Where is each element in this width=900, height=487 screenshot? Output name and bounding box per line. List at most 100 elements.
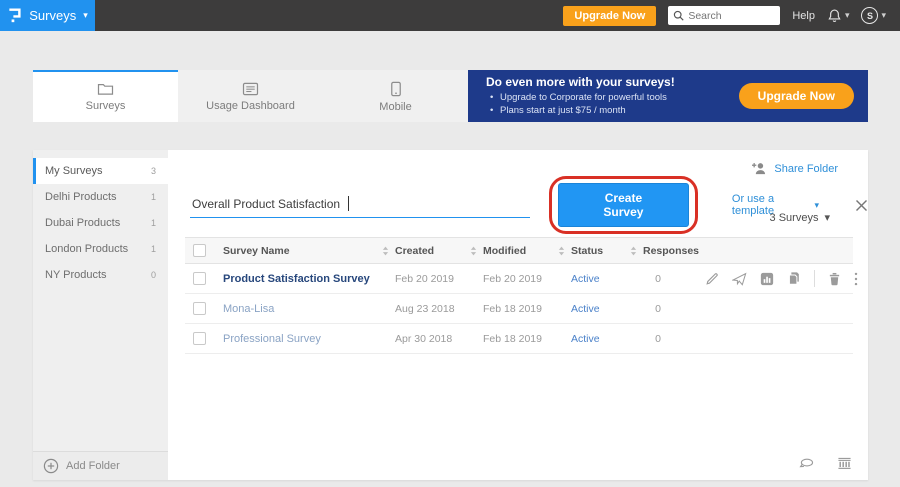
reports-icon[interactable] (760, 272, 774, 286)
delete-icon[interactable] (828, 272, 841, 286)
search-icon (673, 10, 684, 21)
survey-name-link[interactable]: Professional Survey (223, 333, 395, 345)
account-menu[interactable]: S ▾ (861, 7, 886, 24)
pane-footer-icons (798, 456, 852, 470)
folder-icon (97, 82, 114, 96)
sidebar-item-delhi-products[interactable]: Delhi Products 1 (33, 184, 168, 210)
sort-icon[interactable] (630, 246, 637, 256)
column-header[interactable]: Status (571, 245, 603, 257)
tab-surveys[interactable]: Surveys (33, 70, 178, 122)
folder-label: NY Products (45, 269, 107, 281)
search-box[interactable] (668, 6, 780, 25)
promo-title: Do even more with your surveys! (486, 75, 739, 89)
text-cursor (348, 196, 349, 211)
sort-icon[interactable] (382, 246, 389, 256)
survey-name-link[interactable]: Mona-Lisa (223, 303, 395, 315)
created-cell: Aug 23 2018 (395, 303, 483, 315)
share-folder-label: Share Folder (774, 163, 838, 175)
archive-bank-icon[interactable] (837, 456, 852, 470)
created-cell: Feb 20 2019 (395, 273, 483, 285)
row-actions (705, 270, 860, 287)
divider (814, 270, 815, 287)
tab-usage-dashboard[interactable]: Usage Dashboard (178, 70, 323, 122)
survey-name-link[interactable]: Product Satisfaction Survey (223, 273, 395, 285)
folders-sidebar: My Surveys 3 Delhi Products 1 Dubai Prod… (33, 150, 168, 480)
modified-cell: Feb 20 2019 (483, 273, 571, 285)
column-header[interactable]: Created (395, 245, 434, 257)
create-survey-button[interactable]: Create Survey (558, 183, 689, 227)
brand-product-label: Surveys (29, 8, 76, 23)
sidebar-item-ny-products[interactable]: NY Products 0 (33, 262, 168, 288)
status-cell[interactable]: Active (571, 273, 643, 285)
folder-count: 1 (151, 192, 156, 202)
survey-name-input[interactable] (190, 192, 530, 218)
plus-circle-icon (43, 458, 59, 474)
brand-logo-icon (7, 7, 22, 24)
row-checkbox[interactable] (193, 302, 206, 315)
avatar: S (861, 7, 878, 24)
close-create-button[interactable] (855, 199, 868, 212)
smartphone-icon (390, 81, 402, 97)
promo-bullet: Upgrade to Corporate for powerful tools (486, 91, 739, 104)
tab-label: Surveys (86, 100, 126, 112)
edit-icon[interactable] (705, 272, 719, 286)
chevron-down-icon: ▾ (824, 213, 830, 224)
send-icon[interactable] (732, 272, 747, 286)
chevron-down-icon: ▾ (881, 11, 886, 20)
surveys-count-dropdown[interactable]: 3 Surveys ▾ (770, 212, 830, 224)
sidebar-item-my-surveys[interactable]: My Surveys 3 (33, 158, 168, 184)
column-header[interactable]: Responses (643, 245, 699, 257)
folder-label: My Surveys (45, 165, 102, 177)
responses-cell: 0 (643, 303, 673, 315)
folder-label: Delhi Products (45, 191, 117, 203)
add-folder-button[interactable]: Add Folder (33, 451, 168, 480)
folder-count: 3 (151, 166, 156, 176)
select-all-checkbox[interactable] (193, 244, 206, 257)
restore-icon[interactable] (798, 457, 815, 470)
promo-text: Do even more with your surveys! Upgrade … (486, 75, 739, 117)
row-checkbox[interactable] (193, 272, 206, 285)
sort-icon[interactable] (558, 246, 565, 256)
create-survey-row: Create Survey Or use a template ▾ (190, 183, 868, 227)
sort-icon[interactable] (470, 246, 477, 256)
folder-count: 1 (151, 244, 156, 254)
status-cell[interactable]: Active (571, 303, 643, 315)
help-link[interactable]: Help (792, 10, 815, 22)
chevron-down-icon: ▾ (814, 201, 819, 210)
promo-bullet: Plans start at just $75 / month (486, 104, 739, 117)
sidebar-item-dubai-products[interactable]: Dubai Products 1 (33, 210, 168, 236)
column-header[interactable]: Survey Name (223, 245, 290, 257)
content-card: My Surveys 3 Delhi Products 1 Dubai Prod… (33, 150, 868, 480)
search-input[interactable] (688, 10, 768, 22)
share-folder-icon (751, 161, 768, 176)
folder-count: 1 (151, 218, 156, 228)
column-header[interactable]: Modified (483, 245, 526, 257)
tab-mobile[interactable]: Mobile (323, 70, 468, 122)
chevron-down-icon: ▾ (845, 11, 850, 20)
row-checkbox[interactable] (193, 332, 206, 345)
banner-upgrade-button[interactable]: Upgrade Now (739, 83, 854, 109)
survey-name-input-wrap (190, 192, 530, 218)
share-folder-button[interactable]: Share Folder (751, 161, 838, 176)
table-header: Survey Name Created Modified Status (185, 237, 853, 264)
notifications-menu[interactable]: ▾ (827, 8, 850, 24)
tab-label: Usage Dashboard (206, 100, 295, 112)
brand-menu[interactable]: Surveys ▾ (0, 0, 95, 31)
upgrade-now-button[interactable]: Upgrade Now (563, 6, 656, 26)
created-cell: Apr 30 2018 (395, 333, 483, 345)
surveys-table: Survey Name Created Modified Status (185, 237, 853, 354)
more-options-icon[interactable] (854, 272, 858, 286)
copy-icon[interactable] (787, 271, 801, 286)
folder-count: 0 (151, 270, 156, 280)
tab-label: Mobile (379, 101, 411, 113)
sidebar-item-london-products[interactable]: London Products 1 (33, 236, 168, 262)
app-window: Surveys ▾ Upgrade Now Help ▾ S ▾ Surveys (0, 0, 900, 487)
create-survey-button-wrap: Create Survey (558, 183, 689, 227)
topbar-right: Upgrade Now Help ▾ S ▾ (563, 6, 900, 26)
close-icon (855, 199, 868, 212)
table-row: Professional Survey Apr 30 2018 Feb 18 2… (185, 324, 853, 354)
folder-label: London Products (45, 243, 128, 255)
notifications-icon (827, 8, 842, 24)
status-cell[interactable]: Active (571, 333, 643, 345)
top-bar: Surveys ▾ Upgrade Now Help ▾ S ▾ (0, 0, 900, 31)
